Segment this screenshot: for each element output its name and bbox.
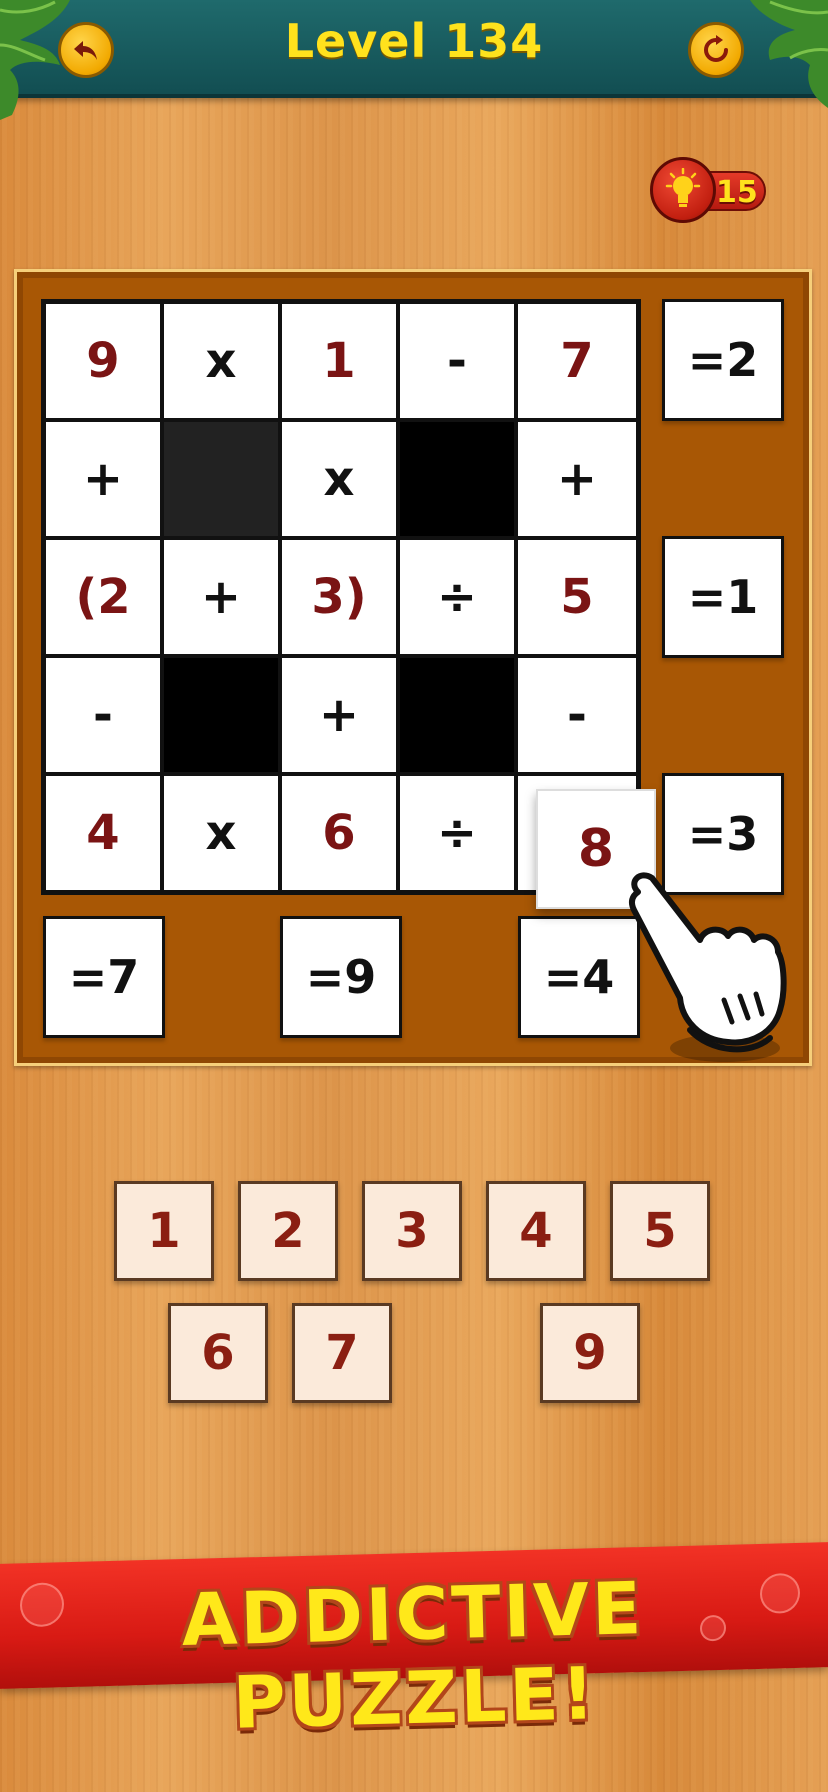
cell-r3-c2: + bbox=[280, 656, 398, 774]
col-result-3: =9 bbox=[280, 916, 402, 1038]
cell-r2-c2[interactable]: 3) bbox=[280, 538, 398, 656]
cell-r2-c4[interactable]: 5 bbox=[516, 538, 638, 656]
cell-r1-c2: x bbox=[280, 420, 398, 538]
pointing-hand-icon bbox=[628, 872, 787, 1062]
cell-r4-c3: ÷ bbox=[398, 774, 516, 892]
top-bar: Level 134 bbox=[0, 0, 828, 98]
number-tile-1[interactable]: 1 bbox=[114, 1181, 214, 1281]
row-result-1: =2 bbox=[662, 299, 784, 421]
number-tile-3[interactable]: 3 bbox=[362, 1181, 462, 1281]
cell-r3-c4: - bbox=[516, 656, 638, 774]
blocked-cell-r3-c3 bbox=[398, 656, 516, 774]
hint-bulb-circle bbox=[650, 157, 716, 223]
number-tile-7[interactable]: 7 bbox=[292, 1303, 392, 1403]
cell-r0-c4[interactable]: 7 bbox=[516, 302, 638, 420]
cell-r1-c0: + bbox=[44, 420, 162, 538]
cell-r2-c0[interactable]: (2 bbox=[44, 538, 162, 656]
cell-r0-c3: - bbox=[398, 302, 516, 420]
lightbulb-icon bbox=[665, 168, 701, 207]
cell-r2-c1: + bbox=[162, 538, 280, 656]
restart-icon bbox=[704, 35, 728, 62]
blocked-cell-r1-c1 bbox=[162, 420, 280, 538]
leaf-decoration-right bbox=[750, 0, 828, 108]
blocked-cell-r3-c1 bbox=[162, 656, 280, 774]
hint-count: 15 bbox=[716, 175, 758, 210]
blocked-cell-r1-c3 bbox=[398, 420, 516, 538]
number-tile-5[interactable]: 5 bbox=[610, 1181, 710, 1281]
leaf-decoration-left bbox=[0, 0, 70, 120]
cell-r3-c0: - bbox=[44, 656, 162, 774]
cell-r0-c1: x bbox=[162, 302, 280, 420]
cell-r0-c2[interactable]: 1 bbox=[280, 302, 398, 420]
cell-r4-c0[interactable]: 4 bbox=[44, 774, 162, 892]
promo-banner-text: ADDICTIVE PUZZLE! bbox=[180, 1565, 646, 1745]
number-tile-6[interactable]: 6 bbox=[168, 1303, 268, 1403]
cell-r2-c3: ÷ bbox=[398, 538, 516, 656]
col-result-1: =7 bbox=[43, 916, 165, 1038]
hint-button[interactable]: 15 bbox=[650, 153, 768, 227]
cell-r0-c0[interactable]: 9 bbox=[44, 302, 162, 420]
cell-r4-c1: x bbox=[162, 774, 280, 892]
number-tile-9[interactable]: 9 bbox=[540, 1303, 640, 1403]
cell-r1-c4: + bbox=[516, 420, 638, 538]
number-tile-2[interactable]: 2 bbox=[238, 1181, 338, 1281]
cell-r4-c2[interactable]: 6 bbox=[280, 774, 398, 892]
number-tile-4[interactable]: 4 bbox=[486, 1181, 586, 1281]
row-result-3: =1 bbox=[662, 536, 784, 658]
